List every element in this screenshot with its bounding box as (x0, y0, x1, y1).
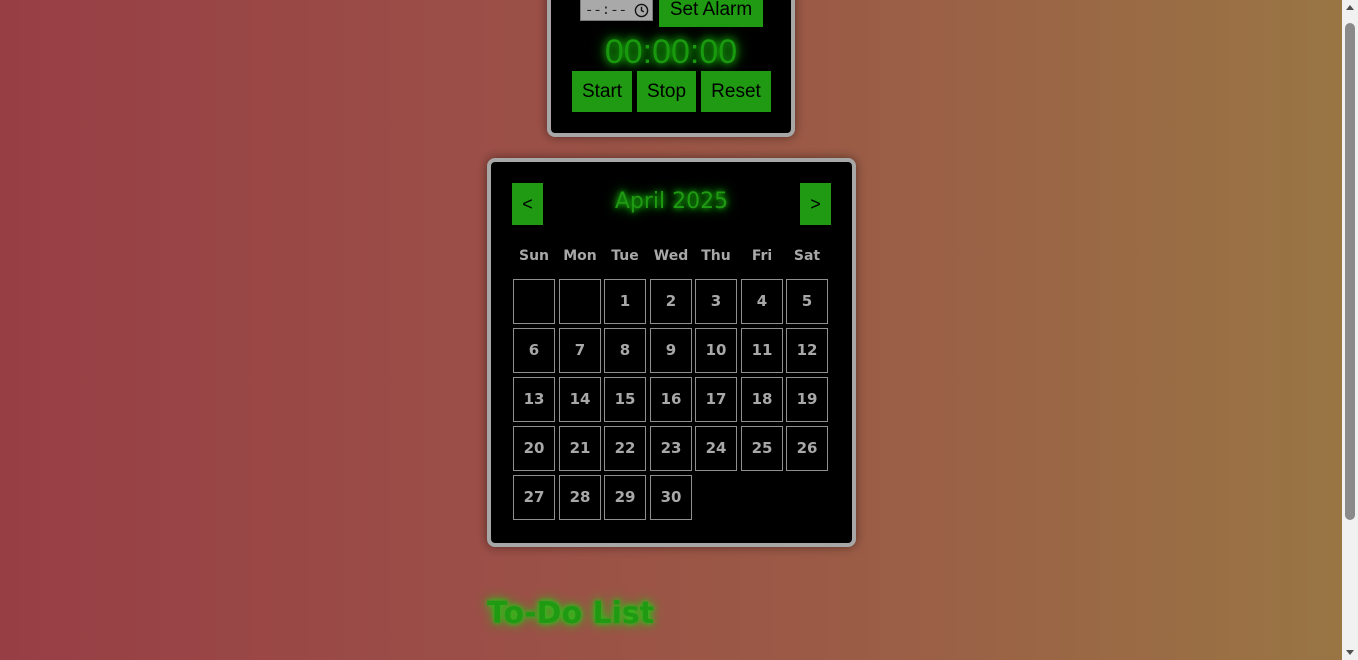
alarm-time-value: --:-- (585, 3, 628, 19)
day-cell[interactable]: 22 (604, 426, 646, 471)
day-cell[interactable]: 4 (741, 279, 783, 324)
day-cell[interactable]: 12 (786, 328, 828, 373)
day-cell[interactable]: 26 (786, 426, 828, 471)
day-cell[interactable]: 30 (650, 475, 692, 520)
calendar-panel: < April 2025 > Sun Mon Tue Wed Thu Fri S… (487, 158, 856, 547)
day-cell[interactable]: 10 (695, 328, 737, 373)
set-alarm-button[interactable]: Set Alarm (659, 0, 763, 27)
day-cell[interactable]: 21 (559, 426, 601, 471)
day-cell[interactable]: 17 (695, 377, 737, 422)
day-cell[interactable]: 8 (604, 328, 646, 373)
day-cell[interactable]: 28 (559, 475, 601, 520)
weekday-sun: Sun (518, 248, 550, 264)
start-button[interactable]: Start (572, 71, 632, 112)
day-cell[interactable]: 23 (650, 426, 692, 471)
timer-display: 00:00:00 (604, 33, 738, 71)
weekday-tue: Tue (611, 248, 639, 264)
scroll-thumb[interactable] (1345, 23, 1355, 520)
reset-button[interactable]: Reset (701, 71, 771, 112)
weekday-wed: Wed (653, 248, 689, 264)
day-cell[interactable]: 6 (513, 328, 555, 373)
next-month-button[interactable]: > (800, 183, 831, 225)
day-cell[interactable]: 24 (695, 426, 737, 471)
day-cell[interactable]: 1 (604, 279, 646, 324)
day-cell[interactable]: 14 (559, 377, 601, 422)
day-cell[interactable]: 18 (741, 377, 783, 422)
page-scrollbar[interactable] (1342, 0, 1358, 660)
weekday-thu: Thu (701, 248, 731, 264)
day-cell[interactable]: 29 (604, 475, 646, 520)
stop-button[interactable]: Stop (637, 71, 696, 112)
day-cell[interactable]: 11 (741, 328, 783, 373)
scroll-up-icon[interactable] (1346, 5, 1354, 10)
day-cell[interactable]: 2 (650, 279, 692, 324)
day-cell[interactable]: 19 (786, 377, 828, 422)
day-cell[interactable]: 5 (786, 279, 828, 324)
day-cell-empty (559, 279, 601, 324)
scroll-down-icon[interactable] (1346, 650, 1354, 655)
day-cell[interactable]: 16 (650, 377, 692, 422)
alarm-time-input[interactable]: --:-- (580, 0, 653, 21)
day-cell[interactable]: 27 (513, 475, 555, 520)
timer-panel: --:-- Set Alarm 00:00:00 Start Stop Rese… (547, 0, 795, 137)
day-cell-empty (513, 279, 555, 324)
day-cell[interactable]: 7 (559, 328, 601, 373)
todo-title: To-Do List (487, 596, 655, 631)
weekday-sat: Sat (793, 248, 821, 264)
weekday-fri: Fri (751, 248, 773, 264)
day-cell[interactable]: 25 (741, 426, 783, 471)
day-cell[interactable]: 9 (650, 328, 692, 373)
clock-icon[interactable] (634, 3, 649, 18)
day-cell[interactable]: 15 (604, 377, 646, 422)
prev-month-button[interactable]: < (512, 183, 543, 225)
month-title: April 2025 (614, 189, 729, 214)
day-cell[interactable]: 3 (695, 279, 737, 324)
weekday-mon: Mon (563, 248, 597, 264)
day-cell[interactable]: 20 (513, 426, 555, 471)
day-cell[interactable]: 13 (513, 377, 555, 422)
